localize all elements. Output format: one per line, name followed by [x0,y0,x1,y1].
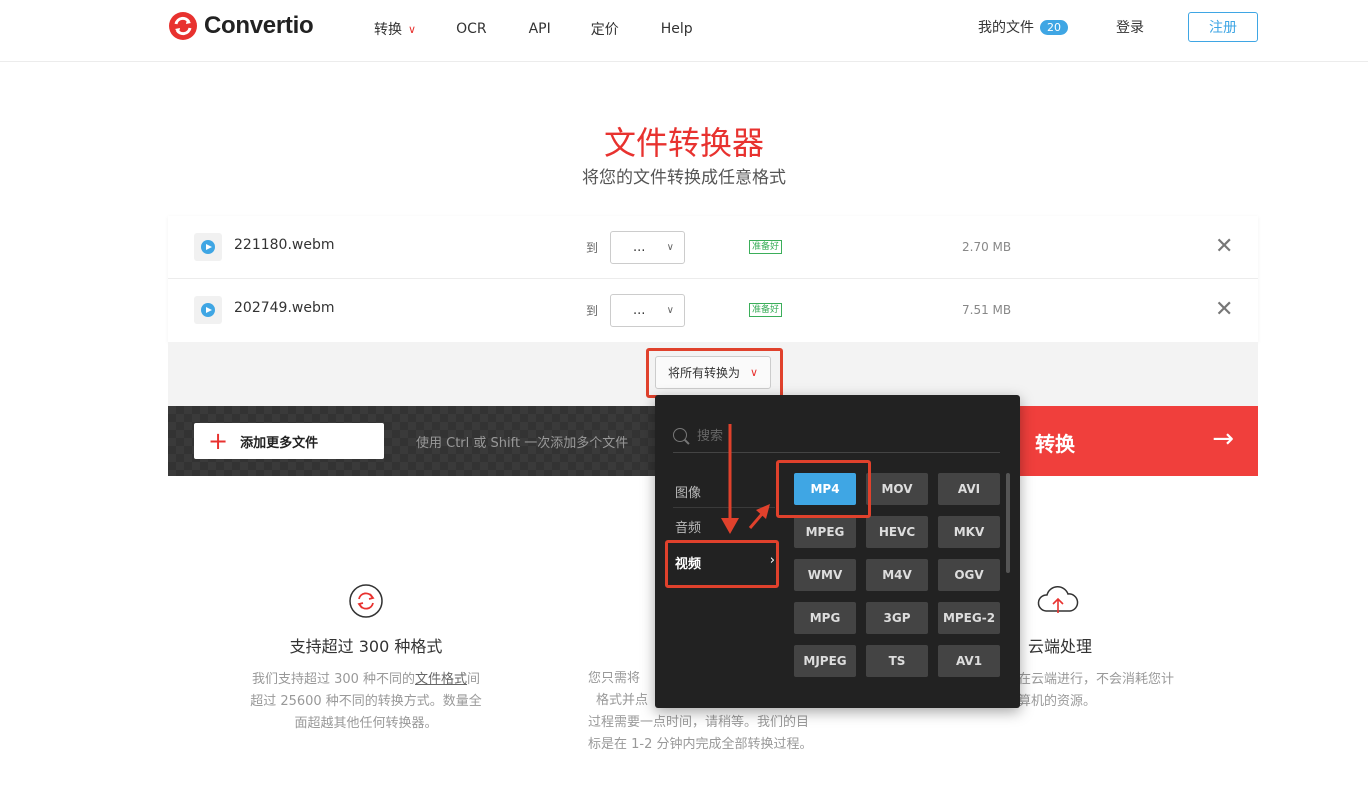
signup-button[interactable]: 注册 [1188,12,1258,42]
nav-help[interactable]: Help [661,19,693,39]
divider [673,542,775,543]
arrow-right-icon: → [1212,424,1234,454]
plus-icon: + [208,427,229,455]
cloud-upload-icon [1037,586,1079,613]
main-nav: 转换 ∨ OCR API 定价 Help [374,19,693,39]
file-name: 221180.webm [234,237,335,253]
play-icon [201,240,215,254]
format-mpeg-2[interactable]: MPEG-2 [938,602,1000,634]
format-search[interactable]: 搜索 [673,417,1000,453]
my-files-label: 我的文件 [978,20,1034,36]
chevron-down-icon: ∨ [666,242,674,253]
feature-formats: 支持超过 300 种格式 我们支持超过 300 种不同的文件格式间超过 2560… [248,583,484,735]
format-ts[interactable]: TS [866,645,928,677]
convert-all-label: 将所有转换为 [667,366,740,380]
video-file-icon [194,233,222,261]
convert-button[interactable]: 转换 → [1015,406,1258,476]
page-subtitle: 将您的文件转换成任意格式 [582,168,786,188]
to-label: 到 [586,241,599,255]
remove-file-icon[interactable]: ✕ [1215,236,1233,258]
format-mov[interactable]: MOV [866,473,928,505]
login-link[interactable]: 登录 [1116,17,1144,37]
nav-convert-label: 转换 [374,22,402,38]
file-row: 202749.webm 到 ... ∨ 准备好 7.51 MB ✕ [168,279,1258,342]
video-file-icon [194,296,222,324]
feature-desc-line: 在云端进行，不会消耗您计 [1018,672,1175,687]
format-search-placeholder: 搜索 [697,429,724,444]
format-av1[interactable]: AV1 [938,645,1000,677]
target-format-value: ... [633,240,646,255]
target-format-select[interactable]: ... ∨ [610,294,685,327]
convertio-logo[interactable]: Convertio [168,11,314,41]
nav-ocr[interactable]: OCR [456,19,487,39]
convertio-logo-icon [169,12,197,40]
format-mpeg[interactable]: MPEG [794,516,856,548]
feature-desc-part: 我们支持超过 300 种不同的 [251,672,416,687]
target-format-value: ... [633,303,646,318]
category-video[interactable]: 视频 › [675,553,775,572]
format-m4v[interactable]: M4V [866,559,928,591]
header-actions: 我的文件 20 登录 注册 [978,12,1258,42]
format-mjpeg[interactable]: MJPEG [794,645,856,677]
my-files-link[interactable]: 我的文件 20 [978,17,1068,37]
chevron-down-icon: ∨ [749,366,759,379]
search-icon [673,427,687,442]
to-label: 到 [586,304,599,318]
file-row: 221180.webm 到 ... ∨ 准备好 2.70 MB ✕ [168,216,1258,279]
feature-title: 支持超过 300 种格式 [289,637,443,656]
format-3gp[interactable]: 3GP [866,602,928,634]
page-title: 文件转换器 [603,124,764,162]
file-list: 221180.webm 到 ... ∨ 准备好 2.70 MB ✕ 202749… [168,216,1258,342]
format-hevc[interactable]: HEVC [866,516,928,548]
chevron-down-icon: ∨ [408,22,417,36]
convert-button-label: 转换 [1035,432,1075,456]
add-files-button[interactable]: + 添加更多文件 [194,423,384,459]
file-size: 7.51 MB [962,303,1012,317]
nav-api[interactable]: API [529,19,551,39]
format-mp4[interactable]: MP4 [794,473,856,505]
category-audio[interactable]: 音频 [675,517,775,536]
files-count-badge: 20 [1040,19,1068,35]
target-format-select[interactable]: ... ∨ [610,231,685,264]
category-video-label: 视频 [675,557,702,572]
feature-description: 在云端进行，不会消耗您计 算机的资源。 [1002,669,1202,713]
add-files-label: 添加更多文件 [240,435,319,451]
format-avi[interactable]: AVI [938,473,1000,505]
feature-desc-line: 过程需要一点时间，请稍等。我们的目 [588,715,810,730]
add-files-hint: 使用 Ctrl 或 Shift 一次添加多个文件 [416,436,629,451]
dropdown-scrollbar[interactable] [1006,473,1010,573]
format-mkv[interactable]: MKV [938,516,1000,548]
file-size: 2.70 MB [962,240,1012,254]
format-ogv[interactable]: OGV [938,559,1000,591]
divider [673,507,775,508]
convert-all-button[interactable]: 将所有转换为 ∨ [655,356,771,389]
play-icon [201,303,215,317]
format-mpg[interactable]: MPG [794,602,856,634]
nav-convert[interactable]: 转换 ∨ [374,19,416,39]
feature-cloud: 云端处理 在云端进行，不会消耗您计 算机的资源。 [1002,583,1202,713]
chevron-right-icon: › [769,553,775,568]
feature-title: 云端处理 [1028,637,1093,656]
feature-desc-line: 标是在 1-2 分钟内完成全部转换过程。 [588,737,813,752]
status-badge: 准备好 [749,303,783,317]
status-badge: 准备好 [749,240,783,254]
refresh-circle-icon [349,584,383,618]
logo-text: Convertio [204,12,314,39]
feature-desc-line: 算机的资源。 [1018,694,1097,709]
feature-description: 我们支持超过 300 种不同的文件格式间超过 25600 种不同的转换方式。数量… [248,669,484,735]
file-name: 202749.webm [234,300,335,316]
nav-pricing[interactable]: 定价 [591,19,619,39]
format-dropdown: 搜索 图像 音频 视频 › MP4 MOV AVI MPEG HEVC MKV … [655,395,1020,708]
format-wmv[interactable]: WMV [794,559,856,591]
category-image[interactable]: 图像 [675,482,775,501]
chevron-down-icon: ∨ [666,305,674,316]
top-header: Convertio 转换 ∨ OCR API 定价 Help 我的文件 20 登… [0,0,1368,62]
file-formats-link[interactable]: 文件格式 [415,672,467,687]
remove-file-icon[interactable]: ✕ [1215,299,1233,321]
